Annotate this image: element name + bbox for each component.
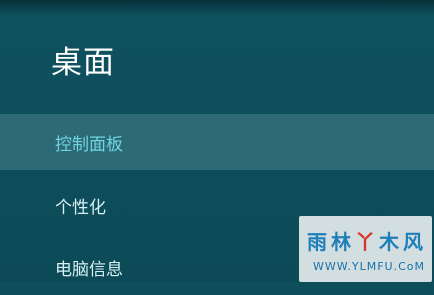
menu-item-control-panel[interactable]: 控制面板 <box>0 114 434 170</box>
watermark-brand: 雨 林 丫 木 风 <box>307 226 423 255</box>
menu-item-label: 电脑信息 <box>55 259 123 280</box>
watermark-char: 丫 <box>355 230 375 254</box>
watermark-char: 风 <box>403 230 423 254</box>
menu-item-label: 个性化 <box>55 197 106 218</box>
watermark-char: 林 <box>331 230 351 254</box>
settings-charm-panel: 桌面 控制面板 个性化 电脑信息 雨 林 丫 木 风 WWW.YLMFU.CoM <box>0 0 434 282</box>
watermark-logo: 雨 林 丫 木 风 WWW.YLMFU.CoM <box>299 216 432 282</box>
watermark-url: WWW.YLMFU.CoM <box>313 260 425 273</box>
top-edge-shadow <box>0 0 434 16</box>
watermark-char: 木 <box>379 230 399 254</box>
watermark-char: 雨 <box>307 230 327 254</box>
menu-item-label: 控制面板 <box>55 134 123 155</box>
panel-title: 桌面 <box>51 45 115 81</box>
